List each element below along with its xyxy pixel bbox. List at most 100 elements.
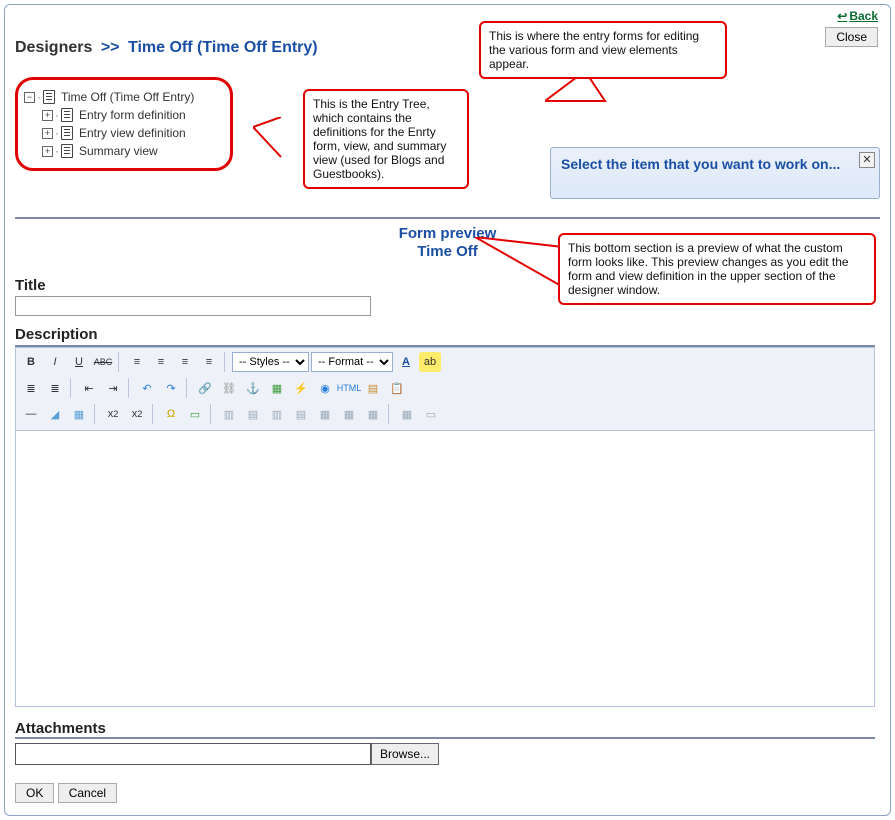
show-blocks-icon[interactable]: ▦ [396, 404, 418, 424]
expand-icon[interactable]: + [42, 128, 53, 139]
styles-select[interactable]: -- Styles -- [232, 352, 309, 372]
designer-window: ↩Back Close Designers >> Time Off (Time … [4, 4, 891, 816]
table-icon[interactable]: ▦ [68, 404, 90, 424]
align-right-icon[interactable]: ≡ [174, 352, 196, 372]
toolbar-separator [210, 404, 214, 424]
toolbar-separator [128, 378, 132, 398]
toolbar-separator [152, 404, 156, 424]
highlight-icon[interactable]: ab [419, 352, 441, 372]
undo-icon[interactable]: ↶ [136, 378, 158, 398]
unlink-icon[interactable]: ⛓ [218, 378, 240, 398]
insert-row-icon[interactable]: ▥ [218, 404, 240, 424]
callout-tree: This is the Entry Tree, which contains t… [303, 89, 469, 189]
back-link[interactable]: ↩Back [837, 9, 878, 23]
attachments-row: Browse... [15, 737, 875, 765]
unordered-list-icon[interactable]: ≣ [44, 378, 66, 398]
breadcrumb-sep: >> [101, 39, 120, 56]
top-section: − · Time Off (Time Off Entry) + · Entry … [15, 77, 880, 199]
bold-icon[interactable]: B [20, 352, 42, 372]
tree-root-label: Time Off (Time Off Entry) [61, 90, 194, 104]
description-label: Description [15, 326, 880, 343]
file-path-input[interactable] [15, 743, 371, 765]
special-char-icon[interactable]: Ω [160, 404, 182, 424]
form-preview: Title Description B I U ABC ≡ ≡ ≡ ≡ -- S… [15, 277, 880, 803]
editor-message: Select the item that you want to work on… [561, 156, 869, 172]
redo-icon[interactable]: ↷ [160, 378, 182, 398]
toolbar-separator [94, 404, 98, 424]
tree-dots: · [55, 108, 59, 122]
merge-cells-icon[interactable]: ▦ [314, 404, 336, 424]
attachments-label: Attachments [15, 720, 880, 737]
tree-child-label: Entry view definition [79, 126, 186, 140]
breadcrumb: Designers >> Time Off (Time Off Entry) [15, 39, 880, 57]
delete-row-icon[interactable]: ▥ [266, 404, 288, 424]
split-cell-icon[interactable]: ▦ [338, 404, 360, 424]
document-icon [61, 126, 73, 140]
align-left-icon[interactable]: ≡ [126, 352, 148, 372]
expand-icon[interactable]: + [42, 146, 53, 157]
template-icon[interactable]: ▤ [362, 378, 384, 398]
cancel-button[interactable]: Cancel [58, 783, 117, 803]
description-editor[interactable] [15, 431, 875, 707]
toolbar-separator [224, 352, 228, 372]
strikethrough-icon[interactable]: ABC [92, 352, 114, 372]
tree-child-label: Entry form definition [79, 108, 186, 122]
format-select[interactable]: -- Format -- [311, 352, 393, 372]
callout-tree-connector [253, 117, 283, 167]
paste-icon[interactable]: 📋 [386, 378, 408, 398]
title-input[interactable] [15, 296, 371, 316]
tree-child-row[interactable]: + · Summary view [42, 142, 216, 160]
subscript-icon[interactable]: x2 [102, 404, 124, 424]
insert-col-icon[interactable]: ▤ [242, 404, 264, 424]
callout-preview-text: This bottom section is a preview of what… [568, 241, 849, 297]
ok-button[interactable]: OK [15, 783, 54, 803]
delete-col-icon[interactable]: ▤ [290, 404, 312, 424]
breadcrumb-current: Time Off (Time Off Entry) [128, 39, 318, 56]
ordered-list-icon[interactable]: ≣ [20, 378, 42, 398]
eraser-icon[interactable]: ◢ [44, 404, 66, 424]
breadcrumb-root: Designers [15, 39, 92, 56]
horizontal-rule-icon[interactable]: — [20, 404, 42, 424]
tree-child-row[interactable]: + · Entry view definition [42, 124, 216, 142]
rich-text-editor: B I U ABC ≡ ≡ ≡ ≡ -- Styles -- -- Format… [15, 345, 875, 710]
flash-icon[interactable]: ⚡ [290, 378, 312, 398]
outdent-icon[interactable]: ⇤ [78, 378, 100, 398]
close-button[interactable]: Close [825, 27, 878, 47]
rte-toolbar: B I U ABC ≡ ≡ ≡ ≡ -- Styles -- -- Format… [15, 347, 875, 431]
image-icon[interactable]: ▦ [266, 378, 288, 398]
indent-icon[interactable]: ⇥ [102, 378, 124, 398]
toolbar-separator [388, 404, 392, 424]
tree-child-label: Summary view [79, 144, 158, 158]
callout-preview: This bottom section is a preview of what… [558, 233, 876, 305]
italic-icon[interactable]: I [44, 352, 66, 372]
document-icon [61, 108, 73, 122]
entry-tree: − · Time Off (Time Off Entry) + · Entry … [15, 77, 233, 171]
document-icon [61, 144, 73, 158]
panel-close-icon[interactable]: ✕ [859, 152, 875, 168]
toolbar-separator [186, 378, 190, 398]
align-center-icon[interactable]: ≡ [150, 352, 172, 372]
text-color-icon[interactable]: A [395, 352, 417, 372]
callout-tree-text: This is the Entry Tree, which contains t… [313, 97, 446, 181]
browse-button[interactable]: Browse... [371, 743, 439, 765]
anchor-icon[interactable]: ⚓ [242, 378, 264, 398]
tree-root-row[interactable]: − · Time Off (Time Off Entry) [24, 88, 216, 106]
section-divider [15, 217, 880, 219]
tree-dots: · [55, 144, 59, 158]
tree-child-row[interactable]: + · Entry form definition [42, 106, 216, 124]
source-icon[interactable]: HTML [338, 378, 360, 398]
tree-dots: · [37, 90, 41, 104]
collapse-icon[interactable]: − [24, 92, 35, 103]
maximize-icon[interactable]: ▭ [420, 404, 442, 424]
callout-editor-text: This is where the entry forms for editin… [489, 29, 699, 71]
link-icon[interactable]: 🔗 [194, 378, 216, 398]
expand-icon[interactable]: + [42, 110, 53, 121]
underline-icon[interactable]: U [68, 352, 90, 372]
cell-props-icon[interactable]: ▦ [362, 404, 384, 424]
about-icon[interactable]: ◉ [314, 378, 336, 398]
back-arrow-icon: ↩ [837, 9, 847, 23]
superscript-icon[interactable]: x2 [126, 404, 148, 424]
page-break-icon[interactable]: ▭ [184, 404, 206, 424]
align-justify-icon[interactable]: ≡ [198, 352, 220, 372]
back-label: Back [849, 9, 878, 23]
